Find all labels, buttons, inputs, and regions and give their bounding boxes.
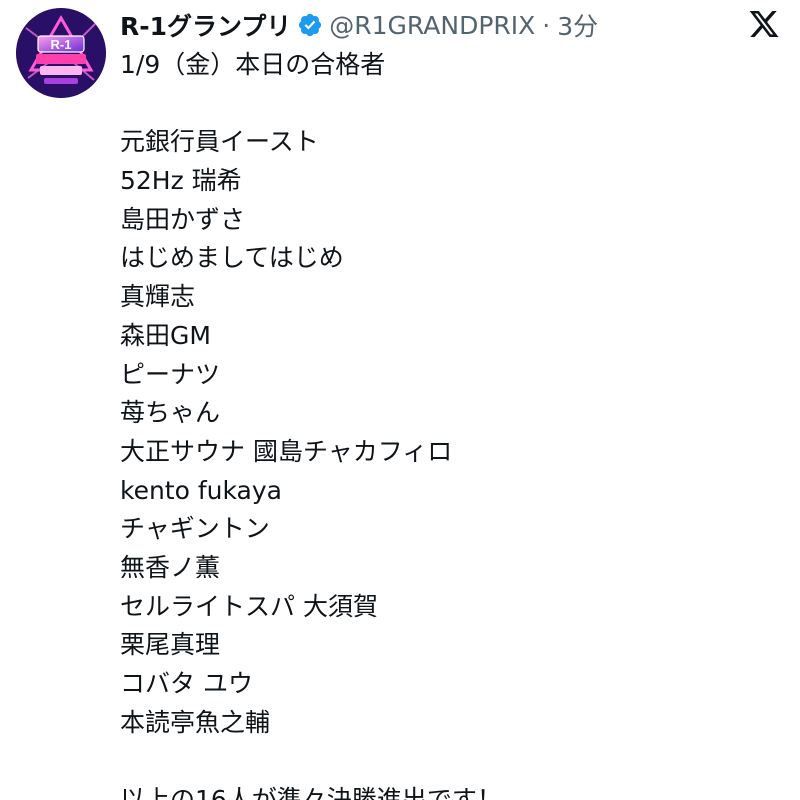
list-item: 本読亭魚之輔 — [120, 707, 271, 737]
list-item: はじめましてはじめ — [120, 243, 344, 273]
list-item: 元銀行員イースト — [120, 127, 319, 157]
list-item: 島田かずさ — [120, 204, 246, 234]
list-item: 森田GM — [120, 320, 211, 350]
post-text: 1/9（金）本日の合格者 元銀行員イースト 52Hz 瑞希 島田かずさ はじめま… — [120, 46, 780, 800]
list-item: 苺ちゃん — [120, 398, 221, 428]
list-item: 大正サウナ 國島チャカフィロ — [120, 436, 453, 466]
list-item: 栗尾真理 — [120, 630, 221, 660]
list-item: 真輝志 — [120, 282, 196, 312]
list-item: kento fukaya — [120, 475, 282, 505]
list-item: コバタ ユウ — [120, 669, 253, 698]
post-footer-text: 以上の16人が準々決勝進出です！ — [120, 785, 502, 800]
list-item: 無香ノ薫 — [120, 552, 221, 582]
post-timestamp[interactable]: 3分 — [557, 7, 598, 43]
post-heading: 1/9（金）本日の合格者 — [120, 50, 386, 79]
separator-dot: · — [542, 10, 551, 40]
list-item: ピーナツ — [120, 359, 221, 389]
avatar[interactable]: R-1 — [16, 8, 106, 98]
verified-badge-icon[interactable] — [297, 12, 323, 38]
list-item: セルライトスパ 大須賀 — [120, 591, 378, 621]
r1-grandprix-logo-icon: R-1 — [16, 8, 106, 98]
post: R-1 R-1グランプリ @R1GRANDPRIX · 3分 1/9（金）本日の… — [0, 0, 800, 800]
list-item: チャギントン — [120, 514, 270, 544]
list-item: 52Hz 瑞希 — [120, 166, 242, 196]
author-handle[interactable]: @R1GRANDPRIX — [329, 11, 535, 40]
author-display-name[interactable]: R-1グランプリ — [120, 7, 291, 43]
x-logo-icon[interactable] — [748, 8, 780, 40]
post-header: R-1グランプリ @R1GRANDPRIX · 3分 — [120, 6, 598, 44]
svg-text:R-1: R-1 — [51, 37, 72, 52]
